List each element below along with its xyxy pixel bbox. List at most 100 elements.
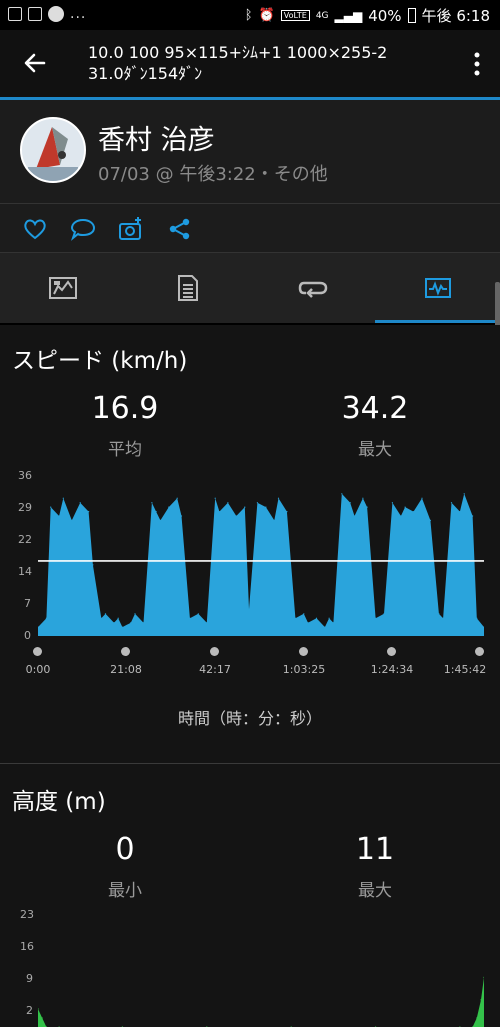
avatar[interactable] — [20, 117, 86, 183]
data-point — [142, 622, 145, 624]
data-point — [248, 608, 250, 610]
add-photo-icon[interactable] — [118, 216, 144, 242]
battery-percent: 40% — [368, 6, 402, 25]
bluetooth-icon: ᛒ — [244, 8, 253, 23]
overflow-menu-icon[interactable] — [474, 52, 480, 76]
title-line-1: 10.0 100 95×115+ｼﾑ+1 1000×255-2 — [88, 43, 388, 62]
altitude-chart[interactable] — [38, 914, 484, 1027]
athlete-name[interactable]: 香村 治彦 — [98, 118, 215, 157]
alarm-icon: ⏰ — [258, 8, 275, 23]
data-point — [117, 617, 119, 619]
windsurf-photo-icon — [22, 119, 84, 181]
data-point — [480, 999, 482, 1001]
speed-chart[interactable] — [38, 475, 484, 637]
data-point — [476, 617, 478, 619]
xtick-dot — [121, 647, 130, 656]
ytick: 7 — [24, 597, 31, 610]
data-point — [121, 626, 123, 628]
battery-icon — [407, 8, 416, 23]
xtick-dot — [475, 647, 484, 656]
data-point — [45, 617, 47, 619]
active-tab-indicator — [375, 320, 500, 323]
like-heart-icon[interactable] — [22, 216, 48, 242]
data-point — [349, 502, 351, 504]
data-point — [92, 564, 94, 566]
data-point — [134, 613, 136, 615]
ytick: 9 — [26, 972, 33, 985]
data-point — [214, 497, 216, 499]
data-point — [463, 493, 465, 495]
data-point — [151, 502, 153, 504]
ytick: 2 — [26, 1004, 33, 1017]
data-point — [38, 1008, 39, 1010]
xtick-dot — [33, 647, 42, 656]
tab-map[interactable] — [0, 253, 125, 323]
activity-title: 10.0 100 95×115+ｼﾑ+1 1000×255-2 31.0ﾀﾞﾝ1… — [88, 42, 418, 84]
data-point — [391, 502, 393, 504]
data-point — [168, 506, 170, 508]
xtick-label: 42:17 — [199, 663, 231, 676]
tab-details[interactable] — [125, 253, 250, 323]
data-point — [476, 1017, 478, 1019]
xtick-label: 1:24:34 — [370, 663, 414, 676]
data-point — [324, 626, 326, 628]
data-point — [273, 519, 275, 521]
data-point — [176, 497, 178, 499]
xtick-label: 21:08 — [110, 663, 142, 676]
map-icon — [48, 277, 77, 299]
line-app-icon — [48, 6, 64, 22]
data-point — [197, 613, 199, 615]
ytick: 14 — [18, 565, 32, 578]
clock: 午後 6:18 — [421, 7, 490, 25]
altitude-max-value: 11 — [355, 832, 395, 867]
data-point — [483, 976, 484, 978]
tab-charts[interactable] — [375, 253, 500, 323]
data-point — [421, 497, 423, 499]
data-point — [265, 506, 267, 508]
chart-monitor-icon — [424, 278, 451, 298]
document-icon — [177, 275, 198, 301]
speed-max-value: 34.2 — [341, 391, 409, 426]
data-point — [459, 511, 461, 513]
data-point — [41, 1017, 43, 1019]
ytick: 16 — [20, 940, 34, 953]
back-arrow-icon[interactable] — [22, 50, 48, 76]
speed-avg-label: 平均 — [108, 440, 142, 460]
xtick-dot — [387, 647, 396, 656]
app-bar: 10.0 100 95×115+ｼﾑ+1 1000×255-2 31.0ﾀﾞﾝ1… — [0, 30, 500, 98]
speed-max-label: 最大 — [358, 440, 392, 460]
altitude-min-value: 0 — [115, 832, 135, 867]
data-point — [412, 511, 415, 513]
data-point — [328, 617, 330, 619]
data-point — [88, 511, 90, 513]
data-point — [429, 519, 431, 521]
share-icon[interactable] — [167, 216, 193, 242]
data-point — [62, 497, 64, 499]
tab-laps[interactable] — [250, 253, 375, 323]
tab-bar — [0, 253, 500, 323]
xtick-dot — [210, 647, 219, 656]
data-point — [113, 622, 115, 624]
altitude-card: 高度 (m) 0 最小 11 最大 23 16 9 2 — [0, 764, 500, 1027]
title-line-2: 31.0ﾀﾞﾝ154ﾀﾞﾝ — [88, 64, 203, 83]
laps-loop-icon — [298, 281, 327, 298]
data-point — [303, 613, 305, 615]
data-point — [256, 502, 258, 504]
data-point — [332, 622, 334, 624]
data-point — [442, 617, 444, 619]
data-point — [50, 506, 52, 508]
data-point — [227, 502, 229, 504]
altitude-title: 高度 (m) — [12, 789, 106, 815]
data-point — [383, 613, 385, 615]
xtick-label: 1:03:25 — [282, 663, 326, 676]
data-point — [79, 502, 81, 504]
altitude-max-label: 最大 — [358, 881, 392, 901]
speed-title: スピード (km/h) — [12, 348, 188, 374]
comment-icon[interactable] — [70, 216, 96, 242]
data-point — [100, 617, 102, 619]
ytick: 23 — [20, 908, 34, 921]
data-point — [366, 506, 368, 508]
ytick: 0 — [24, 629, 31, 642]
volte-badge: VoLTE — [280, 10, 310, 21]
data-point — [206, 622, 208, 624]
